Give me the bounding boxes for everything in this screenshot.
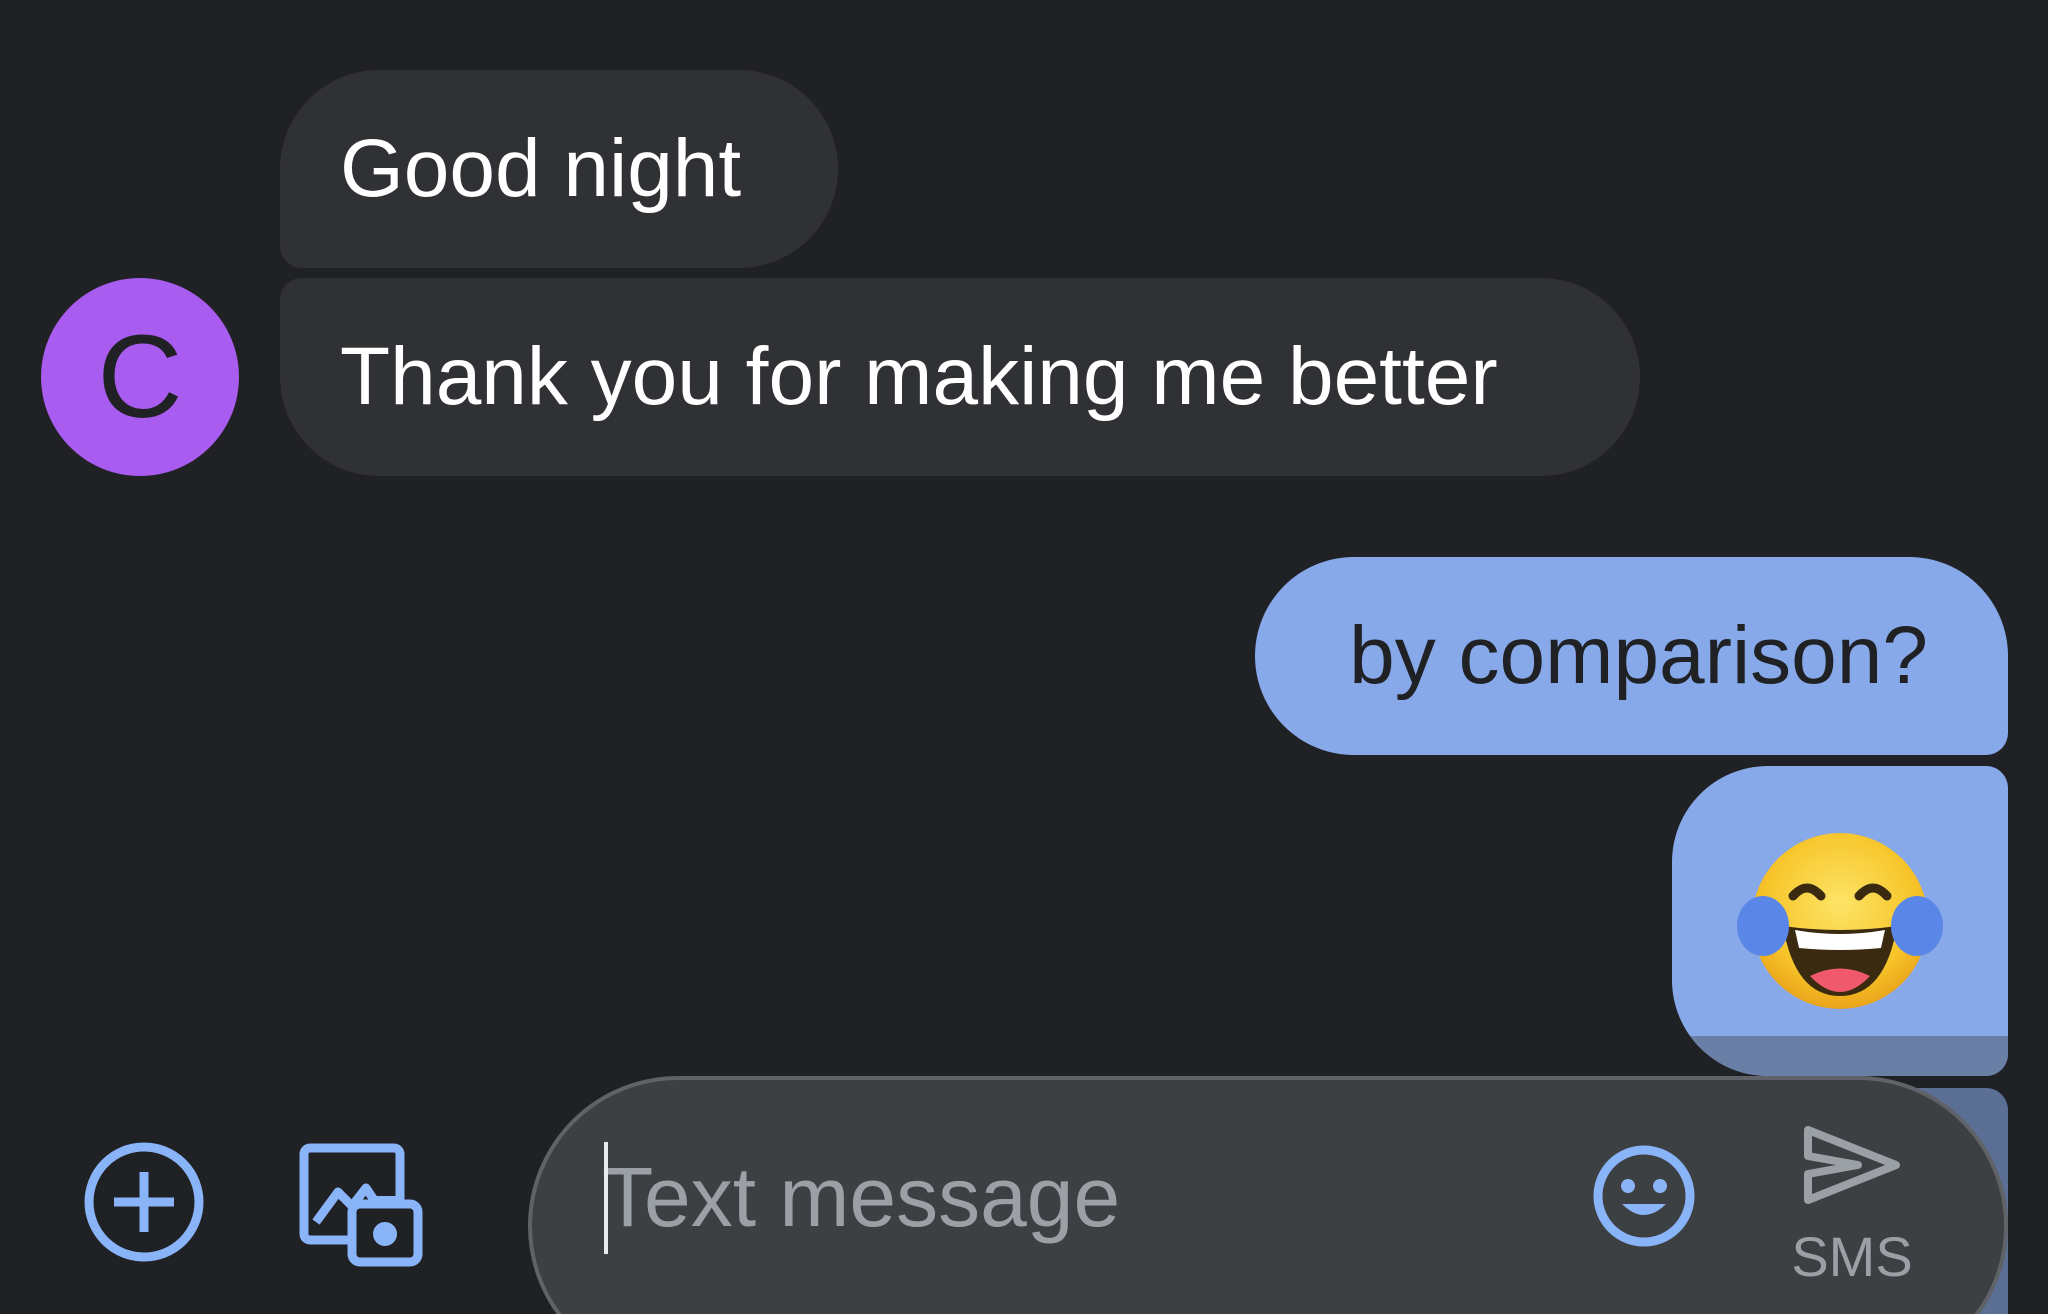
face-with-tears-of-joy-emoji [1737, 833, 1943, 1009]
bubble-bottom-shade [1672, 1036, 2008, 1076]
message-input[interactable] [602, 1132, 1552, 1262]
avatar-initial: C [97, 311, 183, 443]
incoming-message-bubble[interactable]: Good night [280, 70, 838, 268]
gallery-camera-icon [299, 1143, 423, 1267]
contact-avatar[interactable]: C [41, 278, 239, 476]
send-sms-button[interactable]: SMS [1782, 1120, 1922, 1310]
send-icon [1804, 1126, 1900, 1204]
text-cursor [604, 1142, 608, 1254]
emoji-button[interactable] [1592, 1144, 1696, 1248]
message-text: Thank you for making me better [340, 331, 1498, 422]
message-text: Good night [340, 123, 742, 214]
outgoing-emoji-message-bubble[interactable] [1672, 766, 2008, 1076]
message-text: by comparison? [1349, 610, 1928, 701]
send-label: SMS [1791, 1225, 1913, 1288]
emoji-icon [1593, 1145, 1695, 1247]
message-input-container[interactable]: SMS [528, 1076, 2008, 1314]
outgoing-message-bubble[interactable]: by comparison? [1255, 557, 2008, 755]
messaging-app: Good night Thank you for making me bette… [0, 0, 2048, 1314]
incoming-message-bubble[interactable]: Thank you for making me better [280, 278, 1640, 476]
add-attachment-button[interactable] [82, 1140, 206, 1264]
gallery-camera-button[interactable] [296, 1140, 426, 1270]
add-icon [84, 1142, 204, 1262]
